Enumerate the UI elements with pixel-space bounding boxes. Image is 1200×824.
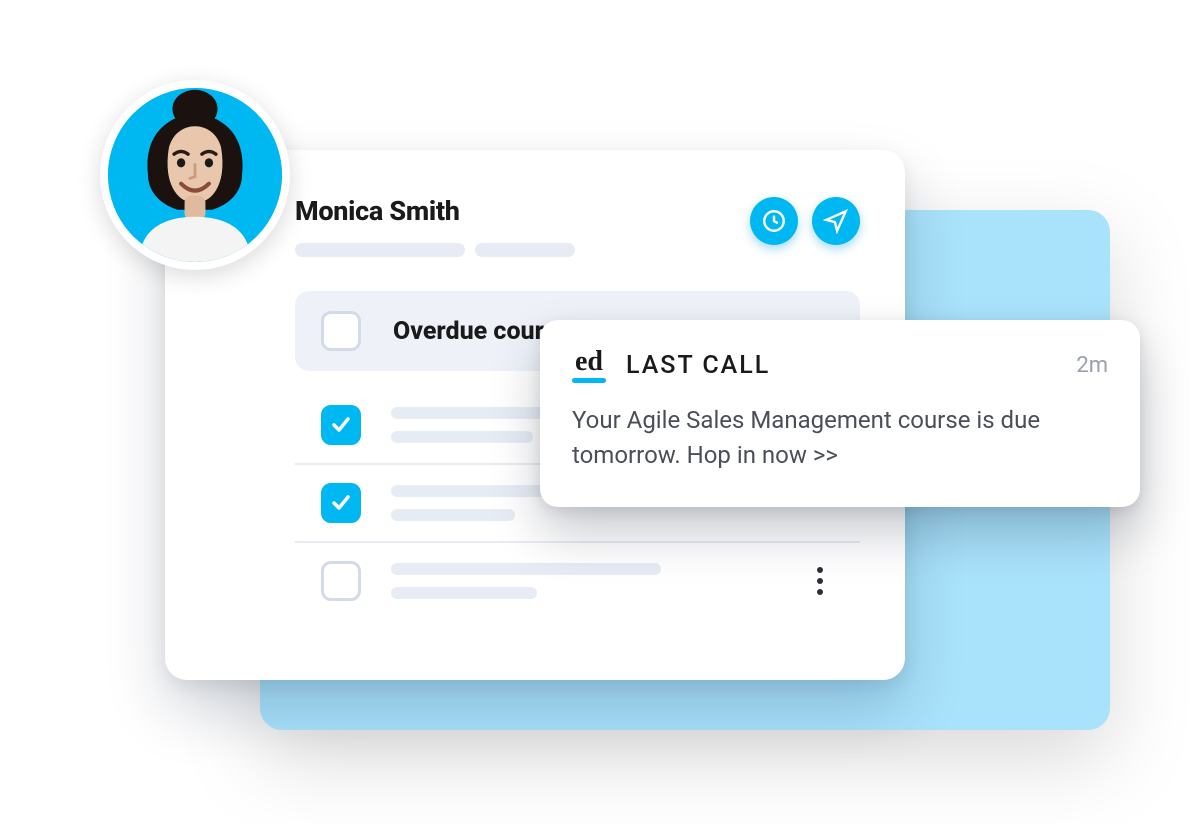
course-checkbox[interactable]: [321, 561, 361, 601]
course-checkbox[interactable]: [321, 483, 361, 523]
checkmark-icon: [329, 491, 353, 515]
paper-plane-icon: [823, 208, 849, 234]
notification-toast[interactable]: ed LAST CALL 2m Your Agile Sales Managem…: [540, 320, 1140, 507]
app-logo: ed: [572, 348, 606, 383]
app-logo-underline-icon: [572, 378, 606, 383]
toast-title: LAST CALL: [626, 351, 1056, 380]
row-menu-button[interactable]: [806, 561, 834, 601]
avatar: [100, 80, 290, 270]
clock-icon: [761, 208, 787, 234]
checkmark-icon: [329, 413, 353, 437]
app-logo-text: ed: [575, 348, 603, 376]
toast-header: ed LAST CALL 2m: [572, 348, 1108, 383]
toast-body: Your Agile Sales Management course is du…: [572, 403, 1108, 473]
user-name: Monica Smith: [295, 195, 750, 227]
user-subtext-placeholder: [295, 243, 750, 257]
header-actions: [750, 195, 860, 245]
toast-timestamp: 2m: [1076, 353, 1108, 378]
course-placeholder: [391, 563, 776, 599]
user-block: Monica Smith: [295, 195, 750, 257]
list-item[interactable]: [295, 543, 860, 619]
avatar-image: [108, 88, 282, 262]
send-button[interactable]: [812, 197, 860, 245]
course-checkbox[interactable]: [321, 405, 361, 445]
history-button[interactable]: [750, 197, 798, 245]
select-all-checkbox[interactable]: [321, 311, 361, 351]
card-header: Monica Smith: [295, 195, 860, 257]
